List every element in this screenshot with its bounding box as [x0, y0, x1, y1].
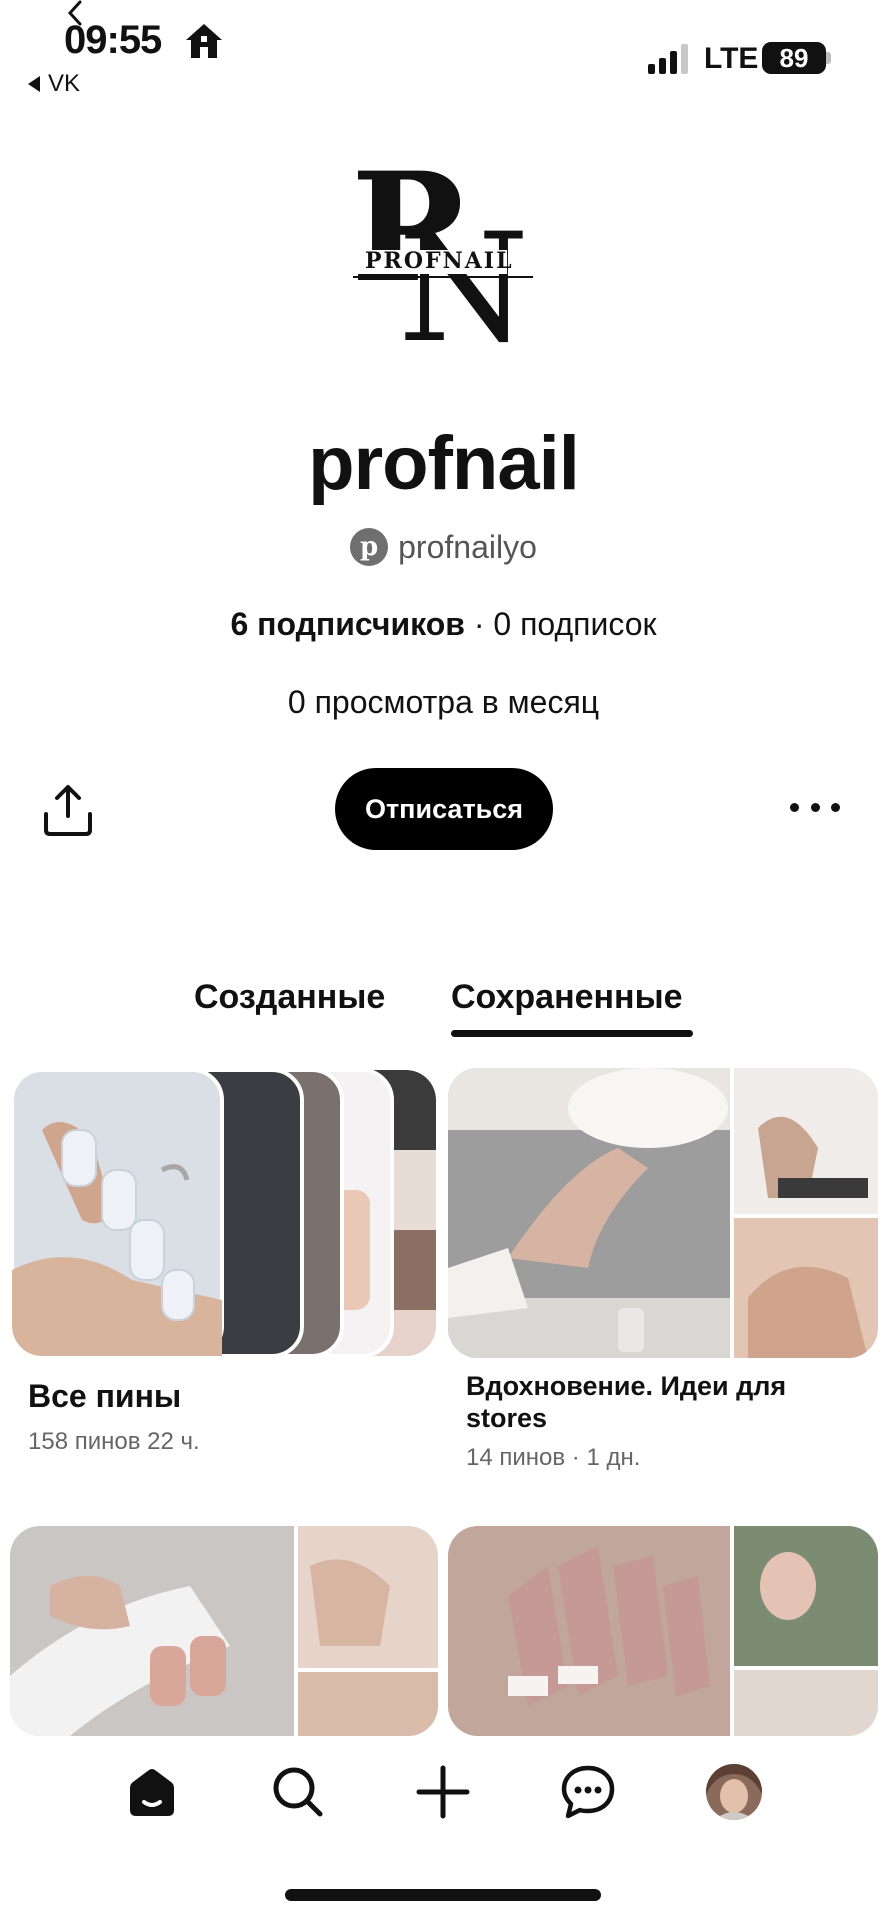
ellipsis-icon[interactable]	[790, 795, 840, 819]
profile-handle-row: p profnailyo	[0, 528, 887, 566]
status-time: 09:55	[64, 18, 162, 62]
following-count[interactable]: 0 подписок	[493, 606, 656, 642]
board-all-pins[interactable]	[12, 1070, 436, 1356]
network-type: LTE	[704, 42, 759, 75]
avatar[interactable]	[706, 1764, 762, 1820]
profile-handle: profnailyo	[398, 528, 537, 565]
back-to-app-link[interactable]: VK	[28, 70, 80, 98]
stats-separator: ·	[464, 606, 494, 642]
board-title: Вдохновение. Идеи для stores	[466, 1371, 787, 1433]
battery-tip	[826, 52, 831, 64]
home-indicator	[285, 1889, 601, 1901]
back-triangle-icon	[28, 76, 40, 92]
unfollow-button[interactable]: Отписаться	[335, 768, 553, 850]
active-tab-indicator	[451, 1030, 693, 1037]
pinterest-icon: p	[350, 528, 389, 566]
follow-stats: 6 подписчиков · 0 подписок	[0, 606, 887, 643]
monthly-views: 0 просмотра в месяц	[287, 684, 600, 720]
board-meta: 14 пинов · 1 дн.	[466, 1444, 641, 1471]
tab-saved[interactable]: Сохраненные	[451, 978, 683, 1017]
board-cover-image	[10, 1526, 438, 1736]
profile-logo: P N PROFNAIL	[351, 160, 533, 350]
board-title: Все пины	[28, 1378, 182, 1414]
home-icon[interactable]	[122, 1762, 182, 1822]
board-inspiration-cover	[448, 1068, 878, 1358]
svg-text:PROFNAIL: PROFNAIL	[365, 248, 514, 274]
board-all-pins-cover	[12, 1070, 436, 1356]
share-icon[interactable]	[40, 782, 96, 838]
board-meta: 158 пинов 22 ч.	[28, 1428, 200, 1455]
battery-indicator: 89	[762, 42, 826, 74]
search-icon[interactable]	[268, 1762, 328, 1822]
board-inspiration[interactable]	[448, 1068, 878, 1358]
tab-created[interactable]: Созданные	[194, 978, 385, 1017]
board-cover[interactable]	[10, 1526, 438, 1736]
house-icon	[186, 24, 222, 58]
profile-name: profnail	[308, 421, 580, 506]
followers-count[interactable]: 6 подписчиков	[230, 606, 464, 642]
plus-icon[interactable]	[413, 1762, 473, 1822]
back-app-label: VK	[48, 70, 81, 97]
signal-icon	[648, 44, 688, 74]
board-cover-image	[448, 1526, 878, 1736]
status-bar: 09:55 VK LTE 89	[0, 0, 887, 100]
chat-icon[interactable]	[558, 1762, 618, 1822]
board-cover[interactable]	[448, 1526, 878, 1736]
